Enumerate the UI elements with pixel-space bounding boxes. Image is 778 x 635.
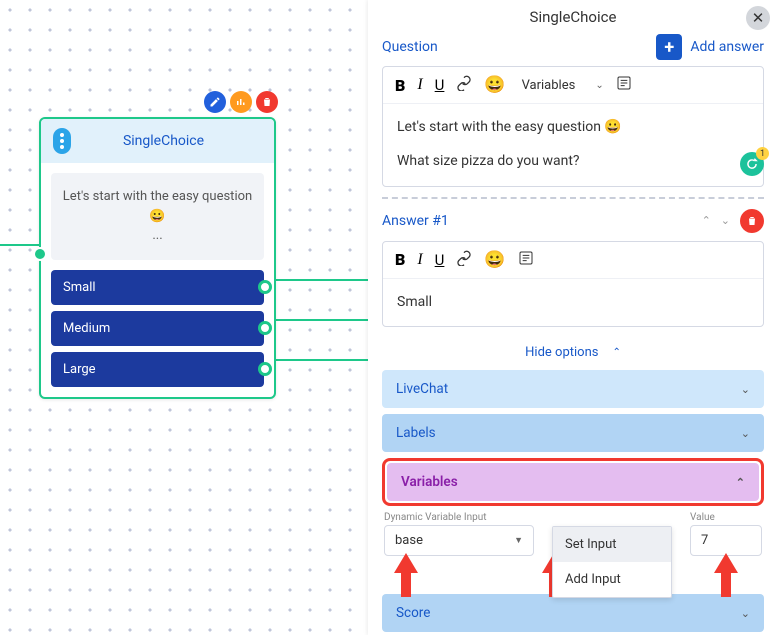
- variables-dropdown[interactable]: Variables⌄: [522, 78, 604, 93]
- answer1-header: Answer #1 ⌃ ⌄: [382, 209, 764, 233]
- underline-button[interactable]: U: [435, 76, 445, 94]
- question-section-head: Question + Add answer: [382, 34, 764, 60]
- emoji-button[interactable]: 😀: [484, 250, 505, 270]
- panel-header: SingleChoice ✕: [368, 0, 778, 34]
- node-actions: [204, 91, 278, 113]
- output-port[interactable]: [258, 280, 272, 294]
- node-title: SingleChoice: [83, 133, 262, 149]
- node-answer-medium[interactable]: Medium: [51, 311, 264, 346]
- add-answer[interactable]: + Add answer: [656, 34, 764, 60]
- variable-row: Dynamic Variable Input base ▼ Value 7 Se…: [382, 512, 764, 556]
- connection-line: [276, 279, 368, 281]
- question-editor[interactable]: B I U 😀 Variables⌄ Let's start with the …: [382, 66, 764, 187]
- divider: [382, 197, 764, 199]
- editor-toolbar: B I U 😀: [383, 242, 763, 279]
- bold-button[interactable]: B: [395, 76, 405, 95]
- accordion-score[interactable]: Score ⌄: [382, 594, 764, 632]
- canvas[interactable]: SingleChoice Let's start with the easy q…: [0, 0, 368, 635]
- editor-toolbar: B I U 😀 Variables⌄: [383, 67, 763, 104]
- connection-line: [0, 244, 39, 246]
- chevron-down-icon: ⌄: [741, 383, 750, 396]
- emoji-button[interactable]: 😀: [484, 75, 505, 95]
- singlechoice-icon: [53, 128, 71, 154]
- annotation-arrow: [712, 553, 740, 597]
- value-input[interactable]: 7: [690, 525, 762, 556]
- chevron-up-icon: ⌃: [736, 476, 745, 489]
- delete-node-button[interactable]: [256, 91, 278, 113]
- dropdown-set-input[interactable]: Set Input: [553, 527, 671, 562]
- dynamic-variable-select[interactable]: base ▼: [384, 525, 534, 556]
- connection-line: [276, 359, 368, 361]
- delete-answer-button[interactable]: [740, 209, 764, 233]
- stats-node-button[interactable]: [230, 91, 252, 113]
- move-up-button[interactable]: ⌃: [702, 214, 711, 227]
- value-label: Value: [690, 512, 762, 523]
- edit-node-button[interactable]: [204, 91, 226, 113]
- panel-title: SingleChoice: [530, 8, 617, 26]
- bold-button[interactable]: B: [395, 250, 405, 269]
- triangle-down-icon: ▼: [514, 535, 523, 546]
- accordion-variables[interactable]: Variables ⌃: [387, 463, 759, 501]
- accordion-livechat[interactable]: LiveChat ⌄: [382, 370, 764, 408]
- output-port[interactable]: [258, 362, 272, 376]
- action-dropdown: Set Input Add Input: [552, 526, 672, 598]
- properties-panel: SingleChoice ✕ Question + Add answer B I…: [368, 0, 778, 635]
- hide-options-toggle[interactable]: Hide options ⌃: [382, 335, 764, 370]
- output-port[interactable]: [258, 321, 272, 335]
- question-textarea[interactable]: Let's start with the easy question 😀 Wha…: [383, 104, 763, 186]
- link-button[interactable]: [456, 75, 472, 95]
- format-button[interactable]: [518, 250, 534, 270]
- format-button[interactable]: [616, 75, 632, 95]
- italic-button[interactable]: I: [417, 76, 422, 94]
- accordion-labels[interactable]: Labels ⌄: [382, 414, 764, 452]
- chevron-down-icon: ⌄: [595, 80, 603, 91]
- dynamic-variable-label: Dynamic Variable Input: [384, 512, 534, 523]
- dropdown-add-input[interactable]: Add Input: [553, 562, 671, 597]
- annotation-arrow: [392, 553, 420, 597]
- node-answer-small[interactable]: Small: [51, 270, 264, 305]
- answer1-textarea[interactable]: Small: [383, 279, 763, 327]
- variables-highlight: Variables ⌃: [382, 458, 764, 506]
- node-question: Let's start with the easy question 😀 ...: [51, 173, 264, 260]
- answer1-editor[interactable]: B I U 😀 Small: [382, 241, 764, 328]
- link-button[interactable]: [456, 250, 472, 270]
- node-singlechoice[interactable]: SingleChoice Let's start with the easy q…: [39, 117, 276, 399]
- italic-button[interactable]: I: [417, 251, 422, 269]
- node-answer-large[interactable]: Large: [51, 352, 264, 387]
- chevron-down-icon: ⌄: [741, 427, 750, 440]
- question-label: Question: [382, 39, 438, 55]
- chevron-up-icon: ⌃: [612, 347, 620, 358]
- close-button[interactable]: ✕: [746, 6, 770, 30]
- move-down-button[interactable]: ⌄: [721, 214, 730, 227]
- plus-icon: +: [656, 34, 682, 60]
- connection-line: [276, 319, 368, 321]
- chevron-down-icon: ⌄: [741, 607, 750, 620]
- node-header: SingleChoice: [41, 119, 274, 163]
- underline-button[interactable]: U: [435, 251, 445, 269]
- answer1-title: Answer #1: [382, 213, 449, 229]
- grammarly-icon[interactable]: [740, 152, 764, 176]
- node-input-port[interactable]: [33, 247, 47, 261]
